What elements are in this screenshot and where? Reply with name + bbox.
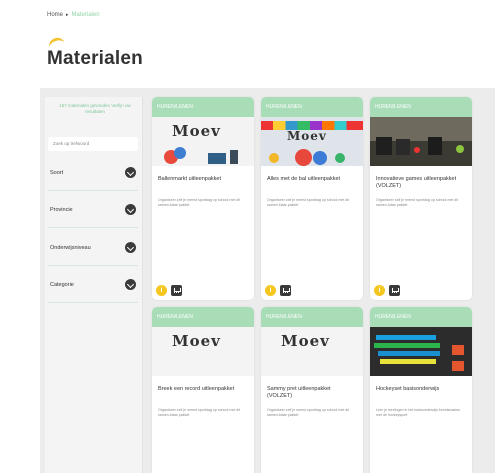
card-image: Moev [152,117,254,166]
page-title: Materialen [47,48,143,69]
info-icon[interactable]: i [156,285,167,296]
cart-icon[interactable] [280,285,291,296]
filter-provincie[interactable]: Provincie [48,192,138,228]
card-description: Organiseer zelf je meest sportdag op sch… [267,198,350,207]
filter-sidebar: 167 materialen gevonden Verfijn uw resul… [45,97,143,473]
card-image [370,117,472,166]
card-tag: HUREN/LENEN [152,97,254,117]
moev-logo: Moev [281,332,330,350]
result-count: 167 materialen gevonden Verfijn uw resul… [59,103,131,114]
info-icon[interactable]: i [374,285,385,296]
card-title[interactable]: Hockeyset basisonderwijs [370,376,472,406]
card-tag: HUREN/LENEN [370,307,472,327]
card-image: Moev [152,327,254,376]
card-description: Leer je leerlingen in het basisonderwijs… [376,408,461,417]
material-card[interactable]: HUREN/LENEN Innovatieve games uitleenpak… [370,97,472,300]
material-card[interactable]: HUREN/LENEN Moev Ballenmarkt uitleenpakk… [152,97,254,300]
card-image: Moev [261,117,363,166]
card-description: Organiseer zelf je meest sportdag op sch… [376,198,459,207]
filter-label: Soort [50,169,64,176]
card-title[interactable]: Ballenmarkt uitleenpakket [152,166,254,196]
card-title[interactable]: Innovatieve games uitleenpakket (VOLZET) [370,166,472,196]
chevron-down-icon[interactable] [125,279,136,290]
material-card[interactable]: HUREN/LENEN Moev Breek een record uitlee… [152,307,254,473]
moev-logo: Moev [172,122,221,140]
card-tag: HUREN/LENEN [370,97,472,117]
chevron-down-icon[interactable] [125,242,136,253]
breadcrumb-current: Materialen [71,12,100,18]
card-actions: i [374,285,400,296]
card-actions: i [265,285,291,296]
card-title[interactable]: Breek een record uitleenpakket [152,376,254,406]
card-tag: HUREN/LENEN [261,97,363,117]
card-image: Moev [261,327,363,376]
card-description: Organiseer zelf je meest sportdag op sch… [267,408,350,417]
material-card[interactable]: HUREN/LENEN Moev Sammy pret uitleenpakke… [261,307,363,473]
material-card[interactable]: HUREN/LENEN Hockeyset basisonderwijs Lee… [370,307,472,473]
cart-icon[interactable] [171,285,182,296]
card-tag: HUREN/LENEN [261,307,363,327]
card-title[interactable]: Sammy pret uitleenpakket (VOLZET) [261,376,363,406]
card-actions: i [156,285,182,296]
filter-soort[interactable]: Soort [48,155,138,191]
info-icon[interactable]: i [265,285,276,296]
moev-logo: Moev [287,129,327,143]
filter-label: Provincie [50,206,73,213]
chevron-down-icon[interactable] [125,204,136,215]
material-card[interactable]: HUREN/LENEN Moev Alles met de bal uitlee… [261,97,363,300]
card-description: Organiseer zelf je meest sportdag op sch… [158,408,241,417]
breadcrumb-home[interactable]: Home [47,12,63,18]
breadcrumb: Home ▸ Materialen [47,12,100,18]
filter-label: Categorie [50,281,74,288]
search-input[interactable]: Zoek op trefwoord [48,137,138,151]
filter-label: Onderwijsniveau [50,244,91,251]
chevron-down-icon[interactable] [125,167,136,178]
card-tag: HUREN/LENEN [152,307,254,327]
cart-icon[interactable] [389,285,400,296]
card-title[interactable]: Alles met de bal uitleenpakket [261,166,363,196]
filter-onderwijsniveau[interactable]: Onderwijsniveau [48,230,138,266]
card-image [370,327,472,376]
filter-categorie[interactable]: Categorie [48,267,138,303]
breadcrumb-separator-icon: ▸ [66,12,69,18]
card-description: Organiseer zelf je meest sportdag op sch… [158,198,241,207]
moev-logo: Moev [172,332,221,350]
